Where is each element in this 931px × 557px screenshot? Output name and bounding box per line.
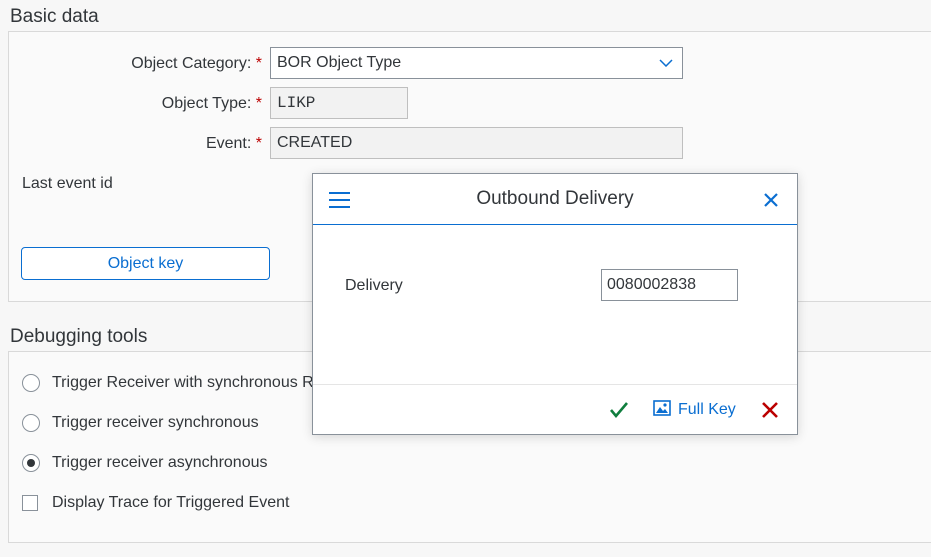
radio-label: Trigger Receiver with synchronous R — [52, 374, 314, 391]
radio-trigger-async[interactable]: Trigger receiver asynchronous — [22, 454, 268, 472]
full-key-button[interactable]: Full Key — [653, 397, 736, 423]
dialog-header: Outbound Delivery — [313, 174, 797, 225]
display-trace-checkbox[interactable] — [22, 495, 38, 511]
radio-button-selected[interactable] — [22, 454, 40, 472]
basic-data-title: Basic data — [10, 6, 99, 27]
object-key-button[interactable]: Object key — [21, 247, 270, 280]
outbound-delivery-dialog: Outbound Delivery Delivery 0080002838 Fu… — [312, 173, 798, 435]
object-category-label: Object Category: * — [131, 55, 262, 72]
object-type-field[interactable]: LIKP — [270, 87, 408, 119]
radio-trigger-sync[interactable]: Trigger receiver synchronous — [22, 414, 259, 432]
full-key-label: Full Key — [678, 401, 736, 418]
radio-label: Trigger receiver synchronous — [52, 414, 259, 431]
object-type-label: Object Type: * — [161, 95, 262, 112]
event-field[interactable]: CREATED — [270, 127, 683, 159]
radio-sync-receiver-r[interactable]: Trigger Receiver with synchronous R — [22, 374, 314, 392]
object-category-value: BOR Object Type — [277, 54, 402, 71]
dialog-footer: Full Key — [313, 384, 797, 434]
checkmark-icon[interactable] — [609, 397, 629, 423]
debugging-tools-title: Debugging tools — [10, 326, 148, 347]
radio-button[interactable] — [22, 414, 40, 432]
checkbox-label: Display Trace for Triggered Event — [52, 494, 290, 511]
object-category-select[interactable]: BOR Object Type — [270, 47, 683, 79]
delivery-label: Delivery — [345, 277, 403, 294]
radio-label: Trigger receiver asynchronous — [52, 454, 268, 471]
event-label: Event: * — [205, 135, 262, 152]
cross-icon[interactable] — [761, 397, 779, 423]
last-event-id-label: Last event id — [22, 175, 113, 192]
radio-button[interactable] — [22, 374, 40, 392]
image-icon — [653, 399, 671, 421]
display-trace-checkbox-row[interactable]: Display Trace for Triggered Event — [22, 494, 289, 512]
chevron-down-icon — [658, 48, 674, 78]
delivery-input[interactable]: 0080002838 — [601, 269, 738, 301]
dialog-title: Outbound Delivery — [476, 188, 634, 209]
close-icon[interactable] — [763, 192, 779, 208]
